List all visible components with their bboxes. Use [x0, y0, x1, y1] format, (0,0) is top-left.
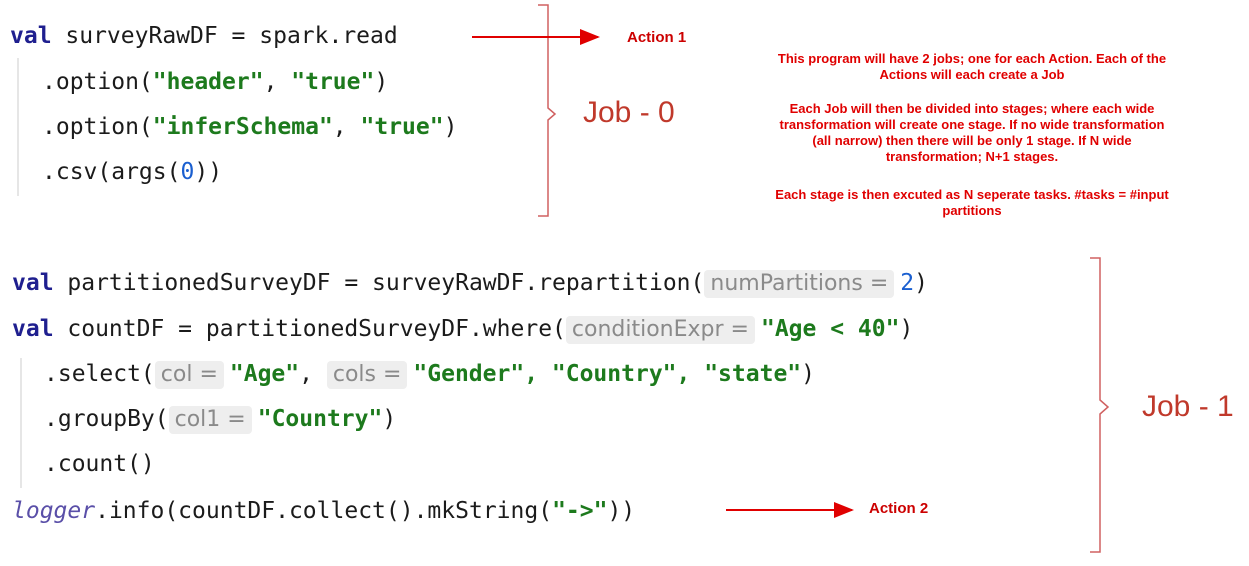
action-1-label: Action 1: [627, 29, 687, 46]
annotation-overlay: [472, 4, 1110, 553]
job-0-label: Job - 0: [583, 96, 675, 129]
action-2-label: Action 2: [869, 500, 929, 517]
job-1-label: Job - 1: [1142, 390, 1234, 423]
note-stages: Each Job will then be divided into stage…: [779, 101, 1165, 164]
note-tasks: Each stage is then excuted as N seperate…: [775, 187, 1169, 218]
note-jobs: This program will have 2 jobs; one for e…: [777, 51, 1167, 82]
job-1-bracket: [1090, 257, 1110, 553]
